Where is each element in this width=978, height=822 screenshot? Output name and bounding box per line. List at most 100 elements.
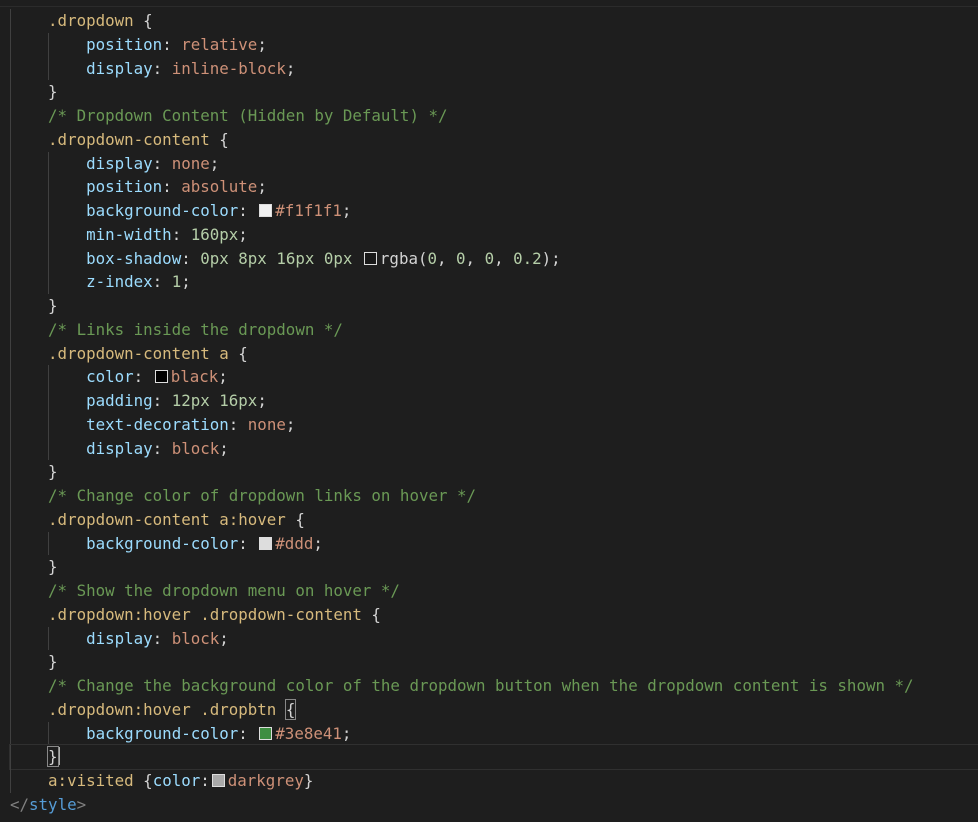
code-line[interactable]: } [10, 460, 978, 484]
code-line[interactable]: display: inline-block; [10, 57, 978, 81]
code-line[interactable]: .dropdown { [10, 9, 978, 33]
code-line[interactable]: position: relative; [10, 33, 978, 57]
token-punc: , [437, 249, 456, 268]
token-prop: position [86, 177, 162, 196]
token-val: block [172, 629, 220, 648]
code-line[interactable]: background-color: #ddd; [10, 532, 978, 556]
code-line[interactable]: display: block; [10, 627, 978, 651]
token-sel: .dropdown:hover .dropbtn [48, 700, 276, 719]
indent-guide [48, 270, 49, 294]
token-punc: ; [342, 201, 352, 220]
indent [10, 652, 48, 671]
token-prop: display [86, 629, 153, 648]
code-line[interactable]: a:visited {color:darkgrey} [10, 769, 978, 793]
token-prop: color [153, 771, 201, 790]
token-punc: ; [219, 629, 229, 648]
code-line[interactable]: } [10, 745, 978, 769]
token-val: black [171, 367, 219, 386]
token-punc: } [48, 462, 58, 481]
code-line[interactable]: .dropdown-content a { [10, 342, 978, 366]
indent-guide [10, 223, 11, 247]
token-punc: ; [286, 59, 296, 78]
token-punc: : [153, 391, 172, 410]
code-line[interactable]: /* Show the dropdown menu on hover */ [10, 579, 978, 603]
code-line[interactable]: } [10, 555, 978, 579]
indent-guide [48, 175, 49, 199]
indent [10, 320, 48, 339]
indent [10, 676, 48, 695]
code-line[interactable]: display: none; [10, 152, 978, 176]
token-punc [352, 249, 362, 268]
indent [10, 510, 48, 529]
token-punc: ; [342, 724, 352, 743]
code-line[interactable]: .dropdown:hover .dropbtn { [10, 698, 978, 722]
color-swatch-icon[interactable] [364, 252, 377, 265]
code-line[interactable]: z-index: 1; [10, 270, 978, 294]
code-line[interactable]: } [10, 650, 978, 674]
token-val: none [172, 154, 210, 173]
indent-guide [10, 413, 11, 437]
color-swatch-icon[interactable] [212, 774, 225, 787]
indent-guide [48, 33, 49, 57]
indent-guide [10, 650, 11, 674]
editor-top-border [0, 0, 978, 7]
token-punc: : [229, 415, 248, 434]
indent-guide [10, 508, 11, 532]
token-sel: a:visited [48, 771, 134, 790]
token-num: 160px [191, 225, 239, 244]
indent-guide [10, 722, 11, 746]
token-punc: : [172, 225, 191, 244]
indent-guide [48, 152, 49, 176]
code-line[interactable]: padding: 12px 16px; [10, 389, 978, 413]
color-swatch-icon[interactable] [259, 727, 272, 740]
code-line[interactable]: </style> [10, 793, 978, 817]
token-prop: background-color [86, 534, 238, 553]
code-line[interactable]: /* Links inside the dropdown */ [10, 318, 978, 342]
token-prop: padding [86, 391, 153, 410]
token-sel: .dropdown-content a:hover [48, 510, 286, 529]
token-punc: ; [218, 367, 228, 386]
color-swatch-icon[interactable] [259, 537, 272, 550]
color-swatch-icon[interactable] [155, 370, 168, 383]
token-comment: /* Show the dropdown menu on hover */ [48, 581, 400, 600]
token-punc: ; [286, 415, 296, 434]
code-line[interactable]: /* Change the background color of the dr… [10, 674, 978, 698]
token-punc: : [238, 201, 257, 220]
indent-guide [10, 555, 11, 579]
token-prop: position [86, 35, 162, 54]
token-punc: : [134, 367, 153, 386]
code-line[interactable]: background-color: #3e8e41; [10, 722, 978, 746]
indent-guide [48, 627, 49, 651]
code-line[interactable]: box-shadow: 0px 8px 16px 0px rgba(0, 0, … [10, 247, 978, 271]
code-line[interactable]: background-color: #f1f1f1; [10, 199, 978, 223]
token-punc: : [200, 771, 210, 790]
token-num: 0 [485, 249, 495, 268]
token-punc: { [134, 771, 153, 790]
token-punc: : [153, 59, 172, 78]
code-line[interactable]: position: absolute; [10, 175, 978, 199]
code-line[interactable]: } [10, 294, 978, 318]
color-swatch-icon[interactable] [259, 204, 272, 217]
code-editor[interactable]: .dropdown { position: relative; display:… [10, 9, 978, 817]
indent-guide [48, 722, 49, 746]
indent-guide [10, 389, 11, 413]
indent-guide [10, 175, 11, 199]
code-line[interactable]: min-width: 160px; [10, 223, 978, 247]
token-num: 12px 16px [172, 391, 258, 410]
token-num: 0 [456, 249, 466, 268]
code-line[interactable]: .dropdown:hover .dropdown-content { [10, 603, 978, 627]
code-line[interactable]: /* Change color of dropdown links on hov… [10, 484, 978, 508]
code-line[interactable]: text-decoration: none; [10, 413, 978, 437]
code-line[interactable]: .dropdown-content a:hover { [10, 508, 978, 532]
code-line[interactable]: color: black; [10, 365, 978, 389]
indent-guide [48, 199, 49, 223]
code-line[interactable]: /* Dropdown Content (Hidden by Default) … [10, 104, 978, 128]
indent-guide [10, 199, 11, 223]
token-prop: display [86, 154, 153, 173]
code-line[interactable]: display: block; [10, 437, 978, 461]
code-line[interactable]: } [10, 80, 978, 104]
indent-guide [10, 33, 11, 57]
token-comment: /* Links inside the dropdown */ [48, 320, 343, 339]
code-line[interactable]: .dropdown-content { [10, 128, 978, 152]
token-punc: : [238, 724, 257, 743]
